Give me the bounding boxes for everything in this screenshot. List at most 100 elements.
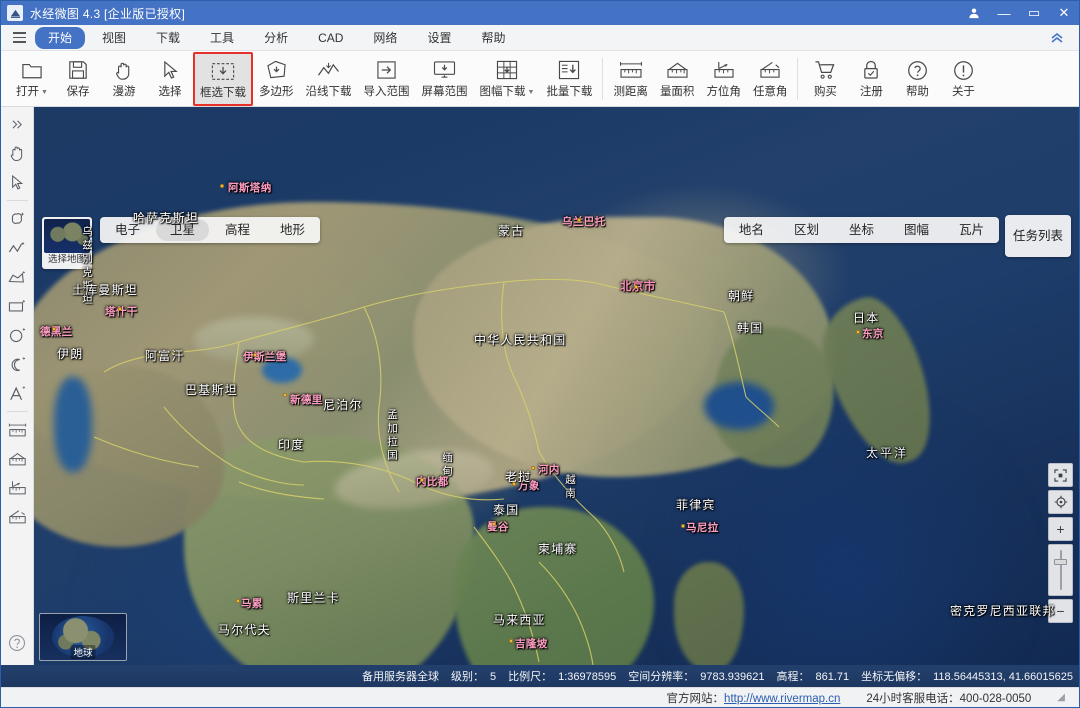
ribbon-measure-area-button[interactable]: 量面积 (654, 52, 701, 106)
overlay-tab-districts[interactable]: 区划 (780, 219, 833, 241)
ribbon-measure-area-label: 量面积 (659, 86, 695, 98)
import-range-icon (376, 55, 397, 85)
task-list-button[interactable]: 任务列表 (1005, 215, 1071, 257)
measure-area-icon (666, 55, 689, 85)
resize-grip-icon[interactable]: ◢ (1057, 692, 1065, 703)
ribbon-polyline-download-button[interactable]: 沿线下载 (300, 52, 358, 106)
ribbon-polygon-label: 多边形 (259, 86, 294, 98)
ribbon-help-button[interactable]: 帮助 (894, 52, 940, 106)
ribbon-import-range-button[interactable]: 导入范围 (358, 52, 416, 106)
layer-tab-electronic[interactable]: 电子 (101, 219, 154, 241)
ribbon-polyline-download-label: 沿线下载 (305, 86, 352, 98)
draw-polyline-icon[interactable] (4, 234, 31, 262)
measure-area-icon[interactable] (4, 445, 31, 473)
layer-tab-satellite[interactable]: 卫星 (156, 219, 210, 241)
account-icon[interactable] (959, 1, 989, 25)
draw-marker-icon[interactable] (4, 205, 31, 233)
zoom-slider-knob[interactable] (1054, 559, 1067, 565)
app-logo-icon (7, 5, 23, 21)
measure-distance-icon[interactable] (4, 416, 31, 444)
menu-icon[interactable] (5, 27, 33, 49)
ribbon-save-button[interactable]: 保存 (55, 52, 101, 106)
ribbon-batch-download-label: 批量下载 (546, 86, 593, 98)
draw-circle-icon[interactable] (4, 321, 31, 349)
ribbon-buy-button[interactable]: 购买 (802, 52, 848, 106)
map-thumbnail (44, 219, 90, 253)
zoom-out-icon[interactable]: − (1048, 599, 1073, 623)
menu-item-download[interactable]: 下载 (143, 27, 193, 49)
ribbon-any-angle-button[interactable]: 任意角 (747, 52, 794, 106)
status-scale-label: 比例尺： (508, 671, 553, 683)
minimize-button[interactable]: — (989, 1, 1019, 25)
overlay-tab-sheets[interactable]: 图幅 (890, 219, 943, 241)
ribbon-about-button[interactable]: 关于 (940, 52, 986, 106)
overlay-tabs: 地名 区划 坐标 图幅 瓦片 (723, 217, 999, 243)
cursor-arrow-icon[interactable] (4, 168, 31, 196)
chevron-down-icon[interactable]: ▼ (41, 89, 48, 96)
ribbon-polygon-button[interactable]: 多边形 (253, 52, 300, 106)
ribbon-grid-download-button[interactable]: 图幅下载 ▼ (474, 52, 541, 106)
draw-arc-icon[interactable] (4, 350, 31, 378)
hand-pan-icon[interactable] (4, 139, 31, 167)
azimuth-icon[interactable] (4, 474, 31, 502)
help-icon[interactable] (4, 629, 31, 657)
chevron-double-up-icon[interactable] (1049, 32, 1075, 44)
close-button[interactable]: ✕ (1049, 1, 1079, 25)
menu-bar: 开始 视图 下载 工具 分析 CAD 网络 设置 帮助 (1, 25, 1079, 51)
left-toolbar (1, 107, 34, 665)
zoom-slider[interactable] (1048, 544, 1073, 596)
ribbon-open-button[interactable]: 打开 ▼ (9, 52, 55, 106)
layer-tab-elevation[interactable]: 高程 (211, 219, 264, 241)
select-map-button[interactable]: 选择地图 (42, 217, 92, 269)
fullscreen-icon[interactable] (1048, 463, 1073, 487)
ribbon-screen-range-button[interactable]: 屏幕范围 (416, 52, 474, 106)
ribbon-measure-distance-button[interactable]: 测距离 (607, 52, 654, 106)
menu-item-view[interactable]: 视图 (89, 27, 139, 49)
zoom-slider-track (1059, 550, 1062, 590)
status-elevation: 高程： 861.71 (770, 668, 855, 684)
ribbon-screen-range-label: 屏幕范围 (421, 86, 468, 98)
menu-item-help[interactable]: 帮助 (468, 27, 518, 49)
maximize-button[interactable]: ▭ (1019, 1, 1049, 25)
zoom-in-icon[interactable]: + (1048, 517, 1073, 541)
menu-item-analysis[interactable]: 分析 (251, 27, 301, 49)
hotline-text: 24小时客服电话：400-028-0050 (866, 692, 1032, 705)
draw-rectangle-icon[interactable] (4, 292, 31, 320)
overlay-tab-tiles[interactable]: 瓦片 (945, 219, 998, 241)
ribbon-azimuth-button[interactable]: 方位角 (700, 52, 747, 106)
ribbon-select-button[interactable]: 选择 (147, 52, 193, 106)
menu-item-cad[interactable]: CAD (305, 27, 356, 49)
chevron-down-icon[interactable]: ▼ (528, 89, 535, 96)
globe-label: 地球 (70, 645, 96, 659)
overlay-tab-coordinates[interactable]: 坐标 (835, 219, 888, 241)
ribbon-pan-button[interactable]: 漫游 (101, 52, 147, 106)
any-angle-icon[interactable] (4, 503, 31, 531)
menu-item-tools[interactable]: 工具 (197, 27, 247, 49)
ribbon-register-label: 注册 (859, 86, 883, 98)
ribbon-rect-download-label: 框选下载 (200, 87, 246, 99)
status-resolution: 空间分辨率： 9783.939621 (622, 668, 770, 684)
ribbon-register-button[interactable]: 注册 (848, 52, 894, 106)
official-site-link[interactable]: http://www.rivermap.cn (724, 693, 840, 705)
title-bar: 水经微图 4.3 [企业版已授权] — ▭ ✕ (1, 1, 1079, 25)
globe-thumbnail[interactable]: 地球 (39, 613, 127, 661)
add-text-icon[interactable] (4, 379, 31, 407)
menu-item-settings[interactable]: 设置 (414, 27, 464, 49)
map-viewport[interactable]: 选择地图 电子 卫星 高程 地形 地名 区划 坐标 图幅 瓦片 任务列表 地球 … (34, 107, 1079, 665)
layer-tab-terrain[interactable]: 地形 (266, 219, 319, 241)
status-elevation-value: 861.71 (815, 671, 850, 683)
cart-icon (814, 55, 836, 85)
ribbon-rect-download-button[interactable]: 框选下载 (193, 52, 253, 106)
menu-item-start[interactable]: 开始 (35, 26, 86, 49)
grid-download-icon (496, 55, 518, 85)
menu-item-network[interactable]: 网络 (360, 27, 410, 49)
locate-target-icon[interactable] (1048, 490, 1073, 514)
ribbon-batch-download-button[interactable]: 批量下载 (540, 52, 598, 106)
official-site-label: 官方网站： (666, 692, 725, 705)
collapse-panel-icon[interactable] (4, 110, 31, 138)
map-canvas[interactable]: 选择地图 电子 卫星 高程 地形 地名 区划 坐标 图幅 瓦片 任务列表 地球 … (34, 107, 1079, 665)
any-angle-icon (759, 55, 781, 85)
draw-polygon-icon[interactable] (4, 263, 31, 291)
overlay-tab-placenames[interactable]: 地名 (725, 219, 778, 241)
screen-range-icon (433, 55, 456, 85)
